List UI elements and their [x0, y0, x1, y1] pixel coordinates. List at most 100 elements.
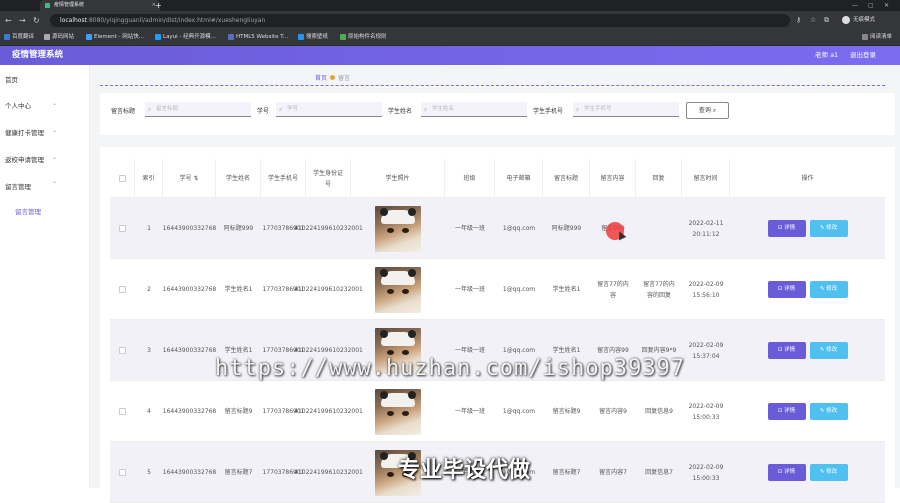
- cell-xuehao: 16443900332768: [162, 286, 217, 293]
- profile-button[interactable]: 无痕模式: [842, 15, 875, 26]
- bookmark-item[interactable]: HTML5 Website T...: [228, 30, 288, 44]
- detail-button[interactable]: ⊡ 详情: [767, 281, 806, 298]
- sidebar-item-label: 留言管理: [15, 208, 41, 216]
- cell-reply: 留言77的内容的回复: [643, 280, 675, 299]
- search-input-name[interactable]: ⌕ 学生姓名: [421, 102, 527, 117]
- maximize-icon[interactable]: ▢: [868, 0, 874, 11]
- photo-eye: [387, 349, 394, 355]
- sidebar-item-return[interactable]: 返校申请管理 ⌄: [5, 154, 85, 164]
- sidebar-item-profile[interactable]: 个人中心 ⌄: [5, 100, 85, 110]
- photo-eye: [402, 288, 409, 294]
- bookmark-label: Layui - 经典开源模...: [163, 34, 216, 40]
- close-window-icon[interactable]: ✕: [884, 0, 889, 11]
- photo-ear: [408, 207, 416, 216]
- select-all-checkbox[interactable]: [110, 159, 135, 198]
- mouse-cursor-highlight: [606, 222, 627, 241]
- detail-button[interactable]: ⊡ 详情: [767, 342, 806, 359]
- cell-banji: 一年级一班: [454, 408, 485, 415]
- search-placeholder: 学生姓名: [432, 106, 455, 112]
- key-icon[interactable]: ⚷: [796, 15, 801, 26]
- column-header: 班级: [445, 159, 495, 198]
- table-row[interactable]: 1 16443900332768 阿标题999 17703786901 41022419…: [110, 198, 885, 259]
- sidebar-item-home[interactable]: 首页: [5, 74, 85, 84]
- column-header: 学生照片: [351, 159, 445, 198]
- sidebar-item-label: 健康打卡管理: [5, 129, 44, 137]
- tab-title: 疫情管理系统: [54, 2, 85, 8]
- edit-button-label: 修改: [826, 408, 838, 414]
- edit-button[interactable]: ✎ 修改: [809, 464, 848, 481]
- search-input-title[interactable]: ⌕ 留言标题: [145, 102, 251, 117]
- bookmark-icon: [44, 33, 50, 40]
- row-checkbox[interactable]: [119, 225, 126, 232]
- photo-eye: [387, 227, 394, 233]
- extensions-icon[interactable]: ⧉: [824, 15, 829, 26]
- column-header-label: 学号: [179, 175, 192, 182]
- forward-icon[interactable]: →: [19, 15, 26, 26]
- table-row[interactable]: 2 16443900332768 学生姓名1 17703786901 410224199…: [110, 259, 885, 320]
- table-row[interactable]: 4 16443900332768 留言标题9 17703786901 410224199…: [110, 381, 885, 442]
- bookmarks-bar: 百度翻译 源码网站 Element - 网站快... Layui - 经典开源模…: [0, 30, 900, 46]
- edit-button[interactable]: ✎ 修改: [809, 281, 848, 298]
- row-checkbox[interactable]: [119, 347, 126, 354]
- reading-list[interactable]: 阅读清单: [862, 30, 892, 44]
- column-header: 索引: [135, 159, 163, 198]
- detail-button[interactable]: ⊡ 详情: [767, 403, 806, 420]
- search-input-xuehao[interactable]: ⌕ 学号: [276, 102, 382, 117]
- column-header[interactable]: 学号 ⇅: [163, 159, 216, 198]
- row-checkbox[interactable]: [119, 408, 126, 415]
- sidebar-subitem-messages[interactable]: 留言管理: [15, 206, 95, 216]
- edit-button-label: 修改: [826, 347, 838, 353]
- bookmark-item[interactable]: 百度翻译: [4, 30, 34, 44]
- cell-idcard: 410224199610232001: [294, 225, 363, 232]
- cell-index: 4: [147, 408, 151, 415]
- logout-link[interactable]: 退出登录: [850, 46, 876, 65]
- sidebar-item-messages[interactable]: 留言管理 ⌃: [5, 181, 85, 191]
- edit-button[interactable]: ✎ 修改: [809, 403, 848, 420]
- photo-ear: [380, 268, 388, 277]
- incognito-icon: [842, 15, 850, 24]
- bookmark-item[interactable]: 搜索壁纸: [298, 30, 328, 44]
- bookmark-label: 原始构件名规则: [348, 34, 387, 40]
- search-form: 留言标题 ⌕ 留言标题 学号 ⌕ 学号 学生姓名 ⌕ 学生姓名 学生手机号 ⌕ 学生手机…: [100, 93, 895, 135]
- checkbox[interactable]: [118, 175, 126, 182]
- bookmark-item[interactable]: Element - 网站快...: [86, 30, 144, 44]
- row-checkbox[interactable]: [119, 469, 126, 476]
- breadcrumb: 首页 留言: [315, 73, 350, 82]
- sidebar-item-health[interactable]: 健康打卡管理 ⌄: [5, 127, 85, 137]
- minimize-icon[interactable]: —: [852, 0, 858, 11]
- cell-index: 2: [147, 286, 151, 293]
- app-title: 疫情管理系统: [12, 50, 64, 60]
- breadcrumb-home[interactable]: 首页: [315, 75, 327, 82]
- detail-button[interactable]: ⊡ 详情: [767, 464, 806, 481]
- column-header: 留言时间: [682, 159, 730, 198]
- back-icon[interactable]: ←: [5, 15, 12, 26]
- edit-button-label: 修改: [826, 286, 838, 292]
- photo-eye: [402, 410, 409, 416]
- bookmark-item[interactable]: Layui - 经典开源模...: [155, 30, 216, 44]
- reload-icon[interactable]: ↻: [33, 15, 40, 26]
- photo-ear: [380, 451, 388, 460]
- star-icon[interactable]: ☆: [810, 15, 816, 26]
- new-tab-icon[interactable]: +: [155, 0, 162, 11]
- photo-cell: [351, 259, 445, 320]
- edit-button[interactable]: ✎ 修改: [809, 342, 848, 359]
- cell-time: 2022-02-09 15:00:33: [688, 402, 724, 421]
- profile-label: 无痕模式: [853, 17, 876, 23]
- student-photo: [375, 388, 421, 435]
- bookmark-item[interactable]: 原始构件名规则: [340, 30, 387, 44]
- cell-name: 留言标题9: [224, 408, 253, 415]
- url-input[interactable]: localhost:8080/yiqingguanli/admin/dist/i…: [50, 14, 790, 27]
- browser-tab[interactable]: 疫情管理系统 ×: [40, 0, 160, 11]
- search-input-phone[interactable]: ⌕ 学生手机号: [573, 102, 679, 117]
- search-label-name: 学生姓名: [388, 108, 413, 115]
- watermark-url: https://www.huzhan.com/ishop39397: [215, 356, 686, 381]
- photo-ear: [380, 207, 388, 216]
- detail-button[interactable]: ⊡ 详情: [767, 220, 806, 237]
- row-checkbox[interactable]: [119, 286, 126, 293]
- reading-list-icon: [862, 33, 868, 40]
- cell-time: 2022-02-11 20:11:12: [688, 219, 724, 238]
- search-button[interactable]: 查询 ⌕: [686, 102, 729, 119]
- bookmark-item[interactable]: 源码网站: [44, 30, 74, 44]
- sidebar-item-label: 返校申请管理: [5, 156, 44, 164]
- edit-button[interactable]: ✎ 修改: [809, 220, 848, 237]
